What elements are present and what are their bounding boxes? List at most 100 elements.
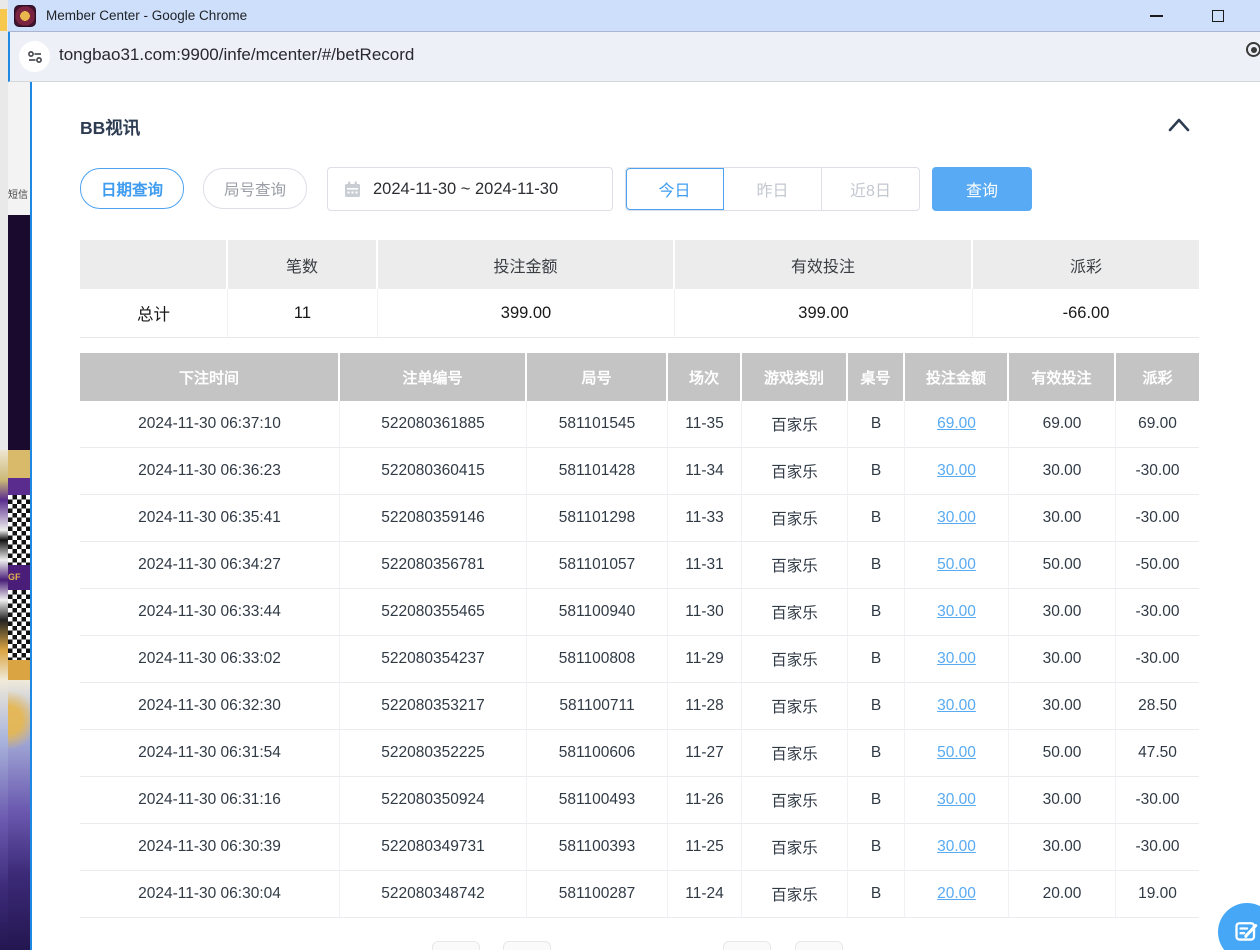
session-cell: 11-34 (668, 448, 742, 495)
table-no-cell: B (848, 871, 905, 918)
bet-id-cell: 522080361885 (340, 401, 527, 448)
game-type-cell: 百家乐 (742, 683, 848, 730)
round-id-cell: 581100940 (527, 589, 668, 636)
session-cell: 11-29 (668, 636, 742, 683)
round-query-tab[interactable]: 局号查询 (203, 168, 307, 209)
game-type-cell: 百家乐 (742, 636, 848, 683)
summary-total-row: 总计11399.00399.00-66.00 (80, 289, 1199, 338)
round-id-cell: 581100493 (527, 777, 668, 824)
bet-time-cell: 2024-11-30 06:30:04 (80, 871, 340, 918)
payout-cell: 47.50 (1116, 730, 1199, 777)
valid-bet-cell: 20.00 (1009, 871, 1116, 918)
qr-code-fragment (8, 495, 30, 565)
valid-bet-cell: 50.00 (1009, 730, 1116, 777)
url-text[interactable]: tongbao31.com:9900/infe/mcenter/#/betRec… (59, 45, 414, 65)
bet-time-cell: 2024-11-30 06:33:02 (80, 636, 340, 683)
calendar-icon (344, 181, 361, 198)
pagination-button[interactable] (503, 941, 551, 950)
table-body: 2024-11-30 06:37:10522080361885581101545… (80, 401, 1199, 918)
bet-time-cell: 2024-11-30 06:32:30 (80, 683, 340, 730)
maximize-button[interactable] (1198, 0, 1238, 32)
background-badge-fragment: GF (8, 565, 30, 590)
browser-address-bar[interactable]: tongbao31.com:9900/infe/mcenter/#/betRec… (8, 32, 1260, 82)
background-art-fragment (0, 450, 8, 950)
bet-amount-link[interactable]: 30.00 (905, 448, 1009, 495)
site-favicon (14, 5, 36, 27)
bet-amount-link[interactable]: 50.00 (905, 542, 1009, 589)
payout-cell: -30.00 (1116, 448, 1199, 495)
table-header-cell: 桌号 (848, 353, 905, 401)
date-query-tab[interactable]: 日期查询 (80, 168, 184, 209)
bet-amount-link[interactable]: 69.00 (905, 401, 1009, 448)
table-header-cell: 场次 (668, 353, 742, 401)
bet-time-cell: 2024-11-30 06:36:23 (80, 448, 340, 495)
bet-time-cell: 2024-11-30 06:35:41 (80, 495, 340, 542)
table-header-cell: 有效投注 (1009, 353, 1116, 401)
bet-amount-link[interactable]: 30.00 (905, 777, 1009, 824)
table-no-cell: B (848, 824, 905, 871)
table-no-cell: B (848, 636, 905, 683)
quick-yesterday-button[interactable]: 昨日 (724, 168, 822, 210)
summary-header-cell: 笔数 (228, 240, 378, 289)
summary-header-cell: 有效投注 (675, 240, 973, 289)
session-cell: 11-25 (668, 824, 742, 871)
table-no-cell: B (848, 448, 905, 495)
bet-id-cell: 522080350924 (340, 777, 527, 824)
session-cell: 11-28 (668, 683, 742, 730)
bet-amount-link[interactable]: 30.00 (905, 683, 1009, 730)
bet-amount-link[interactable]: 30.00 (905, 495, 1009, 542)
table-row: 2024-11-30 06:30:04522080348742581100287… (80, 871, 1199, 918)
minimize-button[interactable] (1136, 0, 1176, 32)
session-cell: 11-26 (668, 777, 742, 824)
minimize-icon (1150, 15, 1163, 17)
session-cell: 11-35 (668, 401, 742, 448)
bet-id-cell: 522080359146 (340, 495, 527, 542)
quick-last8days-button[interactable]: 近8日 (822, 168, 919, 210)
bet-id-cell: 522080353217 (340, 683, 527, 730)
bet-id-cell: 522080356781 (340, 542, 527, 589)
table-no-cell: B (848, 401, 905, 448)
bet-time-cell: 2024-11-30 06:37:10 (80, 401, 340, 448)
pagination-button[interactable] (723, 941, 771, 950)
valid-bet-cell: 30.00 (1009, 448, 1116, 495)
bet-amount-link[interactable]: 30.00 (905, 824, 1009, 871)
game-type-cell: 百家乐 (742, 871, 848, 918)
game-type-cell: 百家乐 (742, 401, 848, 448)
bet-id-cell: 522080349731 (340, 824, 527, 871)
session-cell: 11-33 (668, 495, 742, 542)
chevron-up-icon[interactable] (1166, 116, 1192, 134)
round-id-cell: 581100393 (527, 824, 668, 871)
round-id-cell: 581101057 (527, 542, 668, 589)
payout-cell: 19.00 (1116, 871, 1199, 918)
quick-today-button[interactable]: 今日 (626, 168, 724, 210)
pagination-button[interactable] (795, 941, 843, 950)
background-window-strip (0, 0, 8, 950)
site-settings-button[interactable] (19, 41, 50, 72)
table-row: 2024-11-30 06:37:10522080361885581101545… (80, 401, 1199, 448)
table-header-cell: 下注时间 (80, 353, 340, 401)
search-button[interactable]: 查询 (932, 167, 1032, 211)
extension-target-icon[interactable] (1246, 42, 1260, 57)
bet-amount-link[interactable]: 30.00 (905, 589, 1009, 636)
table-no-cell: B (848, 730, 905, 777)
table-row: 2024-11-30 06:30:39522080349731581100393… (80, 824, 1199, 871)
round-id-cell: 581101428 (527, 448, 668, 495)
table-no-cell: B (848, 777, 905, 824)
bet-amount-link[interactable]: 30.00 (905, 636, 1009, 683)
edit-note-icon (1233, 918, 1260, 946)
bet-time-cell: 2024-11-30 06:30:39 (80, 824, 340, 871)
bet-time-cell: 2024-11-30 06:33:44 (80, 589, 340, 636)
bet-amount-link[interactable]: 20.00 (905, 871, 1009, 918)
bet-amount-link[interactable]: 50.00 (905, 730, 1009, 777)
round-id-cell: 581100808 (527, 636, 668, 683)
tune-icon (25, 47, 45, 67)
table-no-cell: B (848, 589, 905, 636)
bet-id-cell: 522080360415 (340, 448, 527, 495)
summary-total-label: 总计 (80, 289, 228, 338)
valid-bet-cell: 30.00 (1009, 824, 1116, 871)
summary-total-value: 399.00 (675, 289, 973, 338)
close-button[interactable]: × (1252, 0, 1260, 32)
summary-table: 笔数投注金额有效投注派彩 总计11399.00399.00-66.00 (80, 240, 1199, 338)
date-range-input[interactable]: 2024-11-30 ~ 2024-11-30 (327, 167, 613, 211)
pagination-button[interactable] (432, 941, 480, 950)
